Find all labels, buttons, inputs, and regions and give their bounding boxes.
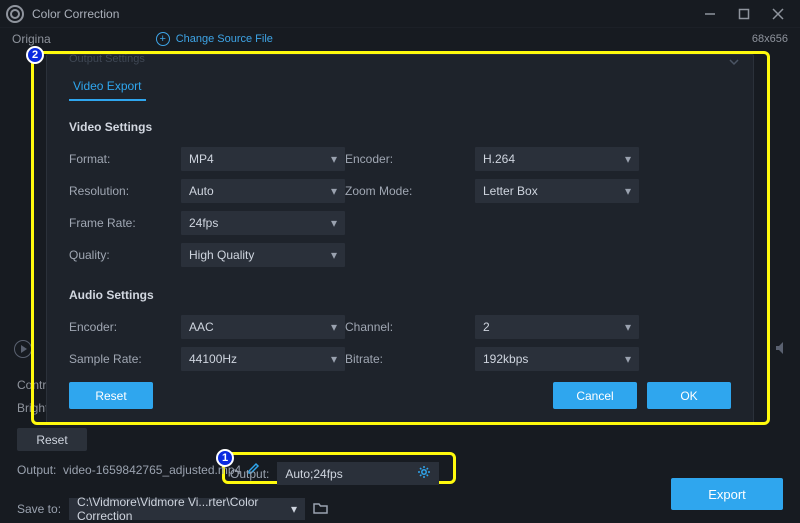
chevron-down-icon: ▾ [331,320,337,334]
save-to-label: Save to: [17,502,61,516]
app-title: Color Correction [32,7,119,21]
tutorial-marker-2: 2 [26,46,44,64]
volume-icon[interactable] [774,340,790,359]
save-to-row: Save to: C:\Vidmore\Vidmore Vi...rter\Co… [17,498,328,520]
dimensions-readout: 68x656 [752,33,788,45]
sample-rate-select[interactable]: 44100Hz ▾ [181,347,345,371]
minimize-button[interactable] [700,4,720,24]
output-filename-row: Output: video-1659842765_adjusted.mp4 [17,462,260,478]
change-source-button[interactable]: + Change Source File [156,32,273,46]
quality-select[interactable]: High Quality ▾ [181,243,345,267]
export-button[interactable]: Export [671,478,783,510]
frame-rate-select[interactable]: 24fps ▾ [181,211,345,235]
play-icon[interactable] [14,340,32,358]
audio-encoder-label: Encoder: [69,320,181,334]
change-source-label: Change Source File [176,33,273,45]
save-path-value: C:\Vidmore\Vidmore Vi...rter\Color Corre… [77,495,291,523]
output-label: Output: [17,463,56,477]
plus-circle-icon: + [156,32,170,46]
chevron-down-icon: ▾ [625,184,631,198]
output-summary-row: Output: Auto;24fps [230,462,439,485]
chevron-down-icon: ▾ [331,248,337,262]
save-path-select[interactable]: C:\Vidmore\Vidmore Vi...rter\Color Corre… [69,498,305,520]
output-settings-dialog: Output Settings Video Export Video Setti… [46,54,754,424]
sample-rate-value: 44100Hz [189,352,237,366]
original-label: Origina [12,32,51,46]
resolution-label: Resolution: [69,184,181,198]
bitrate-label: Bitrate: [345,352,475,366]
maximize-button[interactable] [734,4,754,24]
background-reset-button[interactable]: Reset [17,428,87,451]
audio-encoder-value: AAC [189,320,214,334]
channel-select[interactable]: 2 ▾ [475,315,639,339]
chevron-down-icon: ▾ [331,216,337,230]
chevron-down-icon: ▾ [625,152,631,166]
output-summary-label: Output: [230,467,269,481]
video-settings-header: Video Settings [69,120,731,134]
quality-label: Quality: [69,248,181,262]
video-encoder-select[interactable]: H.264 ▾ [475,147,639,171]
output-summary-box[interactable]: Auto;24fps [277,462,439,485]
frame-rate-label: Frame Rate: [69,216,181,230]
close-button[interactable] [768,4,788,24]
zoom-mode-value: Letter Box [483,184,538,198]
chevron-down-icon: ▾ [331,184,337,198]
cancel-button[interactable]: Cancel [553,382,637,409]
bitrate-value: 192kbps [483,352,528,366]
audio-encoder-select[interactable]: AAC ▾ [181,315,345,339]
frame-rate-value: 24fps [189,216,218,230]
format-label: Format: [69,152,181,166]
format-value: MP4 [189,152,214,166]
chevron-down-icon: ▾ [625,320,631,334]
resolution-value: Auto [189,184,214,198]
reset-button[interactable]: Reset [69,382,153,409]
app-icon [6,5,24,23]
chevron-down-icon: ▾ [291,502,297,516]
channel-value: 2 [483,320,490,334]
channel-label: Channel: [345,320,475,334]
tab-video-export[interactable]: Video Export [69,73,146,101]
resolution-select[interactable]: Auto ▾ [181,179,345,203]
output-filename: video-1659842765_adjusted.mp4 [63,463,241,477]
encoder-label: Encoder: [345,152,475,166]
ok-button[interactable]: OK [647,382,731,409]
zoom-mode-select[interactable]: Letter Box ▾ [475,179,639,203]
output-summary-value: Auto;24fps [285,467,342,481]
chevron-down-icon: ▾ [331,352,337,366]
chevron-down-icon[interactable] [727,55,741,72]
chevron-down-icon: ▾ [331,152,337,166]
quality-value: High Quality [189,248,254,262]
gear-icon[interactable] [417,465,431,482]
folder-icon[interactable] [313,501,328,517]
chevron-down-icon: ▾ [625,352,631,366]
source-info-strip: Origina + Change Source File 68x656 [0,28,800,50]
audio-settings-header: Audio Settings [69,288,731,302]
sample-rate-label: Sample Rate: [69,352,181,366]
video-encoder-value: H.264 [483,152,515,166]
format-select[interactable]: MP4 ▾ [181,147,345,171]
bitrate-select[interactable]: 192kbps ▾ [475,347,639,371]
zoom-mode-label: Zoom Mode: [345,184,475,198]
titlebar: Color Correction [0,0,800,28]
dialog-mini-title: Output Settings [69,53,145,65]
